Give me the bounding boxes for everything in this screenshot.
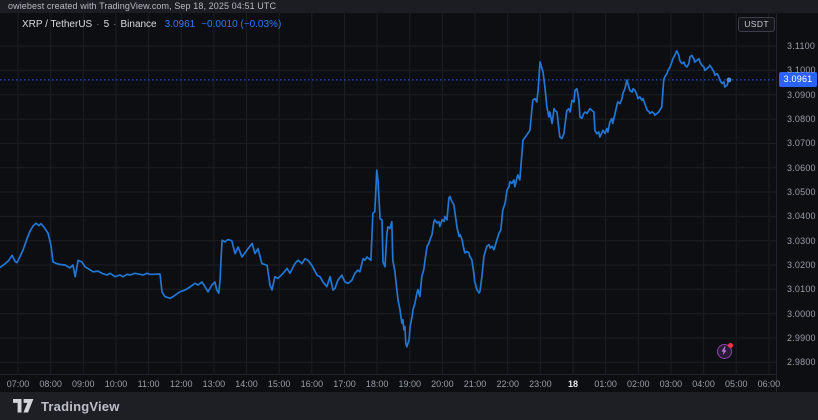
currency-badge[interactable]: USDT [738,17,775,32]
time-tick-label: 03:00 [654,375,688,393]
price-line-chart[interactable] [0,13,776,374]
time-tick-label: 22:00 [491,375,525,393]
time-tick-label: 20:00 [425,375,459,393]
price-tick-label: 3.0200 [787,260,816,270]
time-tick-label: 16:00 [295,375,329,393]
price-tick-label: 3.1100 [787,41,815,51]
alert-dot [728,343,733,348]
time-tick-label: 19:00 [393,375,427,393]
symbol-label[interactable]: XRP / TetherUS [22,19,92,30]
price-tick-label: 2.9900 [787,333,816,343]
time-axis[interactable]: 07:0008:0009:0010:0011:0012:0013:0014:00… [0,374,776,393]
legend-last-price: 3.0961 [165,19,196,30]
tradingview-snapshot: owiebest created with TradingView.com, S… [0,0,818,420]
price-tick-label: 3.0900 [787,90,816,100]
time-tick-label: 09:00 [66,375,100,393]
legend-change: −0.0010 (−0.03%) [201,19,281,30]
time-tick-label: 02:00 [621,375,655,393]
chart-legend[interactable]: XRP / TetherUS·5·Binance3.0961−0.0010 (−… [22,19,281,30]
time-tick-label: 07:00 [1,375,35,393]
exchange-label[interactable]: Binance [120,19,156,30]
price-tick-label: 3.0100 [787,284,816,294]
event-marker-icon[interactable] [717,344,732,359]
price-tick-label: 3.0000 [787,309,816,319]
time-tick-label: 17:00 [327,375,361,393]
time-tick-label: 13:00 [197,375,231,393]
price-tick-label: 3.1000 [787,65,816,75]
price-tick-label: 3.0300 [787,236,816,246]
time-tick-label: 08:00 [34,375,68,393]
time-tick-label: 18:00 [360,375,394,393]
price-tick-label: 3.0800 [787,114,816,124]
time-tick-label: 18 [556,375,590,393]
time-tick-label: 14:00 [230,375,264,393]
price-tick-label: 3.0400 [787,211,816,221]
time-tick-label: 10:00 [99,375,133,393]
legend-separator: · [113,19,116,30]
time-tick-label: 01:00 [589,375,623,393]
chart-area[interactable]: XRP / TetherUS·5·Binance3.0961−0.0010 (−… [0,13,818,392]
price-axis[interactable]: 3.0961 3.11003.10003.09003.08003.07003.0… [776,13,818,392]
time-tick-label: 05:00 [719,375,753,393]
time-tick-label: 04:00 [687,375,721,393]
time-tick-label: 12:00 [164,375,198,393]
time-tick-label: 23:00 [523,375,557,393]
price-tick-label: 3.0700 [787,138,816,148]
footer-bar: TradingView [0,392,818,420]
time-tick-label: 06:00 [752,375,786,393]
time-tick-label: 15:00 [262,375,296,393]
interval-label[interactable]: 5 [104,19,110,30]
time-tick-label: 21:00 [458,375,492,393]
price-tick-label: 3.0600 [787,163,816,173]
attribution-text: owiebest created with TradingView.com, S… [8,1,276,11]
price-tick-label: 3.0500 [787,187,816,197]
attribution-bar: owiebest created with TradingView.com, S… [0,0,818,13]
tradingview-wordmark[interactable]: TradingView [41,399,120,414]
time-tick-label: 11:00 [132,375,166,393]
price-tick-label: 2.9800 [787,357,816,367]
tradingview-logo-icon[interactable] [13,399,34,413]
legend-separator: · [96,19,99,30]
